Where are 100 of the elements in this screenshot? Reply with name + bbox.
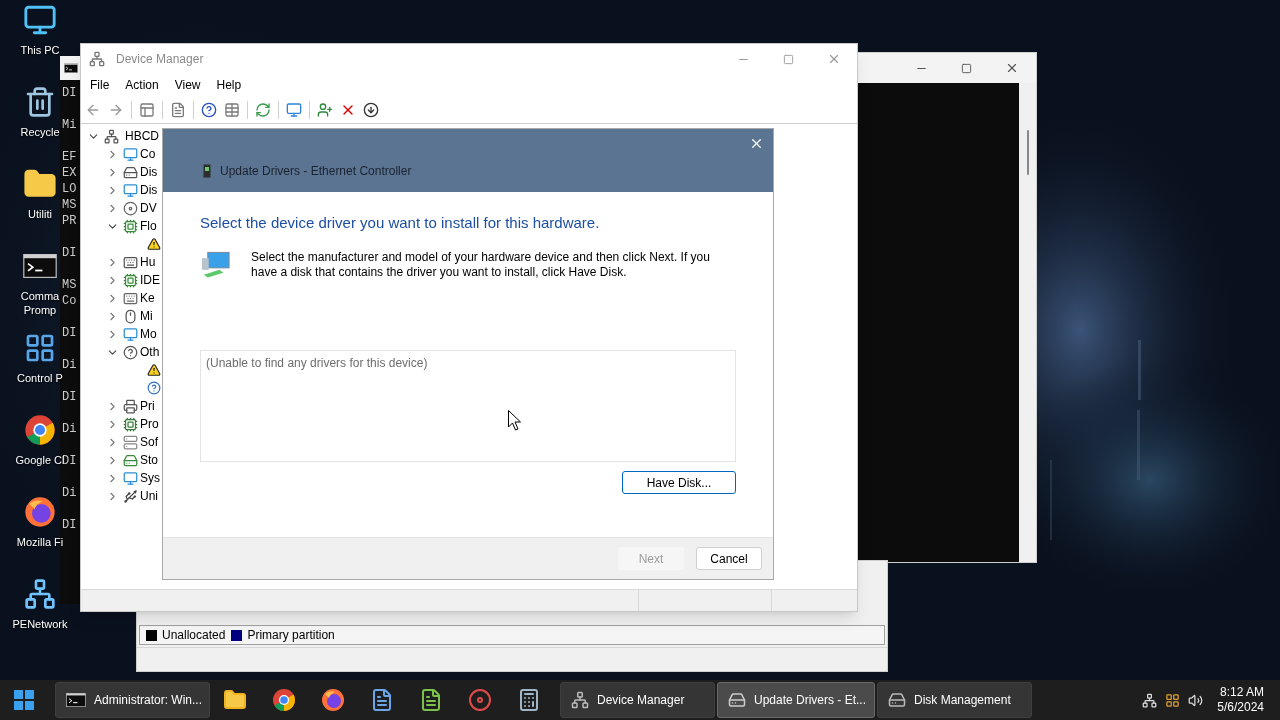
network-icon[interactable] [1142,692,1158,708]
clock-time: 8:12 AM [1219,685,1264,700]
board-icon [123,272,138,288]
dialog-description: Select the manufacturer and model of your hardware device and then click Next. If you have a disk that contains the driver you want to install, click Have Disk. [251,250,711,280]
server-icon [123,434,138,450]
console-icon [66,693,86,707]
keyboard-icon [123,290,138,306]
tree-item-label[interactable]: Mi [140,307,153,325]
clock-date: 5/6/2024 [1217,700,1264,715]
volume-icon[interactable] [1188,692,1204,708]
taskbar-window-button[interactable]: Administrator: Win... [55,682,210,718]
tree-item-label[interactable]: Co [140,145,156,163]
unknown-device-icon [123,344,138,360]
console-line: Co [62,293,77,309]
tree-item-label[interactable]: Dis [140,181,158,199]
monitor-icon [123,326,138,342]
display-icon[interactable] [1165,692,1181,708]
monitor-icon [123,182,138,198]
maximize-icon[interactable] [783,53,794,65]
board-icon [123,218,138,234]
tree-item-label[interactable]: Hu [140,253,156,271]
close-icon[interactable] [827,52,841,66]
storage-icon [123,452,138,468]
network-icon[interactable] [24,578,56,610]
tree-item-label[interactable]: Mo [140,325,157,343]
desktop-icon-label[interactable]: Mozilla Fi [16,535,64,549]
console-line: Di [62,421,77,437]
desktop-icon-label[interactable]: Utiliti [28,207,52,221]
panel-icon[interactable] [139,101,155,118]
tree-item-label[interactable]: IDE [140,271,160,289]
close-icon[interactable] [1005,61,1019,75]
tree-item-label[interactable]: Flo [140,217,157,235]
usb-icon [123,488,138,504]
computer-icon [123,470,138,486]
disc-icon[interactable] [467,688,492,712]
tree-item-label[interactable]: Uni [140,487,158,505]
taskbar-window-button[interactable]: Device Manager [560,682,715,718]
menu-item[interactable]: Action [124,76,160,94]
maximize-icon[interactable] [961,62,972,74]
mouse-icon [123,308,138,324]
refresh-icon[interactable] [255,101,271,118]
desktop-icon-label[interactable]: Control P [17,371,63,385]
monitor-icon[interactable] [23,3,57,37]
unknown-device-icon [147,381,161,395]
tree-item-label[interactable]: Pro [140,415,159,433]
tree-item-label[interactable]: Sys [140,469,160,487]
taskbar-window-button[interactable]: Update Drivers - Et... [717,682,875,718]
network-adapter-icon [203,164,211,178]
tree-item-label[interactable]: Sof [140,433,158,451]
folder-icon[interactable] [222,688,247,712]
dialog-heading: Select the device driver you want to install for this hardware. [200,213,601,233]
device-icon [728,691,746,709]
desktop-icon-label[interactable]: Recycle [20,125,60,139]
warning-icon [147,237,161,251]
menu-item[interactable]: Help [215,76,243,94]
console-line: PR [62,213,77,229]
console-line: MS [62,277,77,293]
warning-icon [147,363,161,377]
tree-item-label[interactable]: HBCD [125,127,159,145]
desktop-icon-label[interactable]: This PC [20,43,60,57]
keyboard-icon [123,254,138,270]
taskbar-window-button[interactable]: Disk Management [877,682,1032,718]
computer-icon [104,128,119,144]
cursor-icon [508,410,521,431]
browser-icon [24,414,56,446]
legend-label: Primary partition [247,627,335,644]
download-icon[interactable] [363,101,379,118]
add-device-icon[interactable] [317,101,333,118]
menu-item[interactable]: File [89,76,111,94]
control-panel-icon[interactable] [24,332,56,364]
driver-list[interactable]: (Unable to find any drivers for this device) [200,350,736,462]
tree-item-label[interactable]: Dis [140,163,158,181]
console-line: Di [62,357,77,373]
console-icon [64,63,78,73]
help-icon[interactable] [201,101,217,118]
console-line: DI [62,245,77,261]
tree-item-label[interactable]: Sto [140,451,158,469]
tree-item-label[interactable]: Ke [140,289,155,307]
console-line: Mi [62,117,77,133]
desktop-icon-label[interactable]: Comma Promp [20,289,60,317]
chip-icon [123,416,138,432]
dialog-button[interactable]: Cancel [696,547,762,570]
console-line: DI [62,517,77,533]
console-line: EX [62,165,77,181]
console-icon [23,254,57,278]
table-icon[interactable] [224,101,240,118]
tree-item-label[interactable]: DV [140,199,157,217]
tree-item-label[interactable]: Oth [140,343,160,361]
windows-icon [14,690,34,710]
console-line: Di [62,485,77,501]
desktop-icon-label[interactable]: PENetwork [12,617,68,631]
properties-icon[interactable] [170,101,186,118]
trash-icon[interactable] [24,86,56,118]
browser-icon [271,688,296,712]
console-line: DI [62,85,77,101]
console-line: DI [62,325,77,341]
have-disk-button[interactable]: Have Disk... [622,471,736,494]
menu-item[interactable]: View [173,76,202,94]
browser-icon [24,496,56,528]
tree-item-label[interactable]: Pri [140,397,155,415]
